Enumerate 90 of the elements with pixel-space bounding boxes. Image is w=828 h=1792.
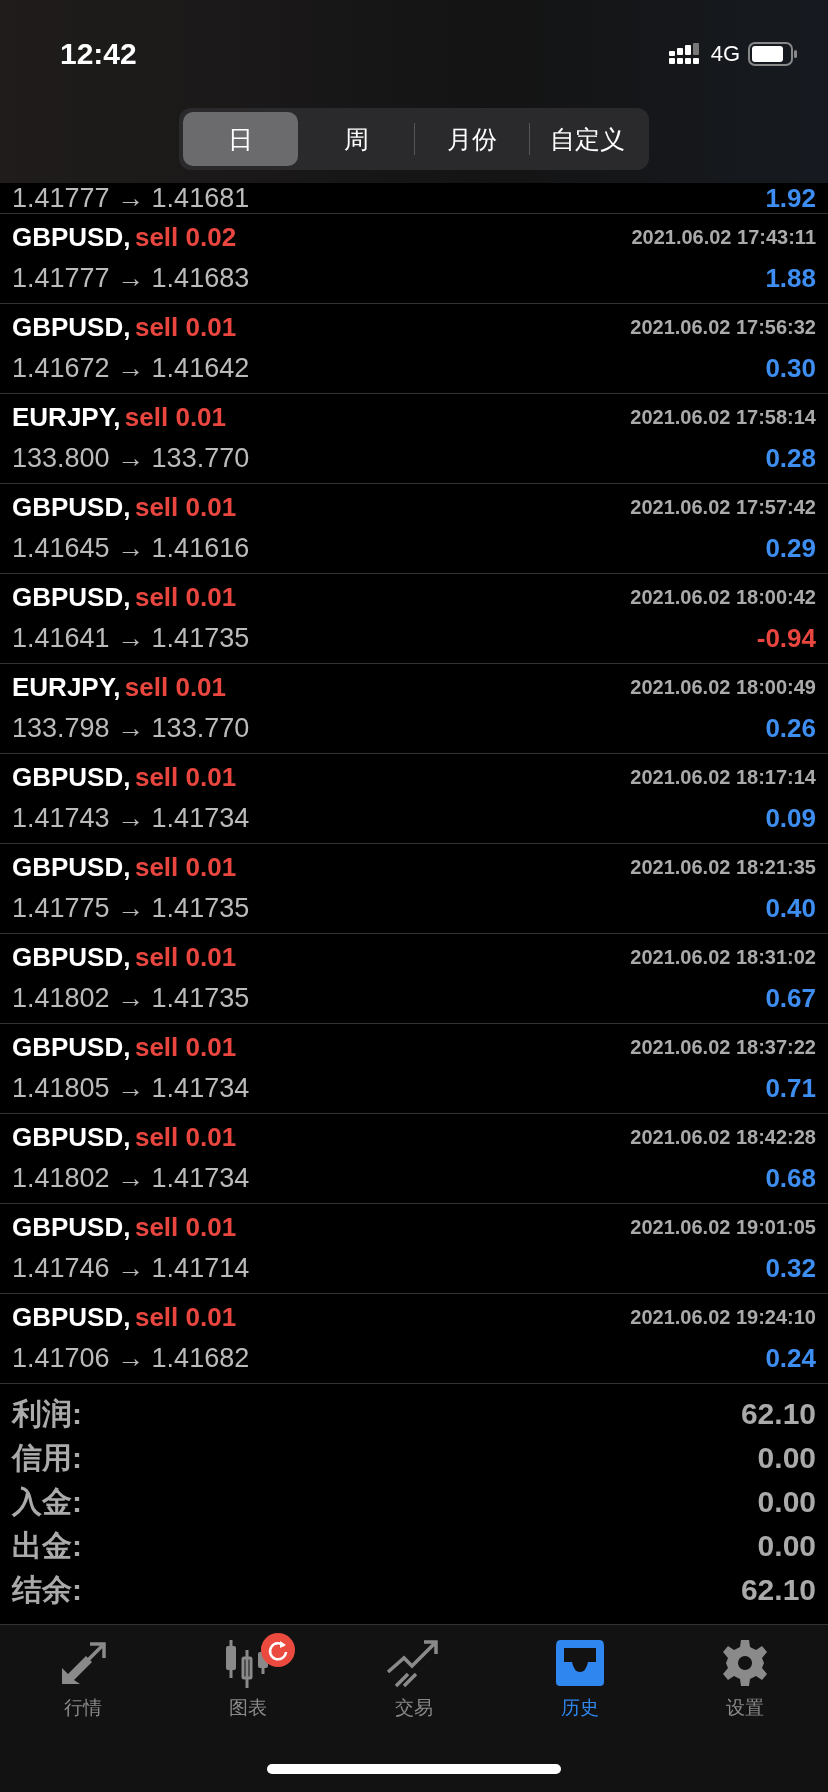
order-action: sell 0.01 <box>134 1302 237 1332</box>
summary-value: 0.00 <box>757 1529 816 1563</box>
price-range: 133.798 → 133.770 <box>12 713 250 744</box>
profit-value: 0.67 <box>765 983 816 1014</box>
summary-label: 信用: <box>12 1439 82 1476</box>
price-range: 1.41672 → 1.41642 <box>12 353 250 384</box>
deal-time: 2021.06.02 17:43:11 <box>631 226 816 249</box>
period-tab[interactable]: 周 <box>298 112 414 166</box>
inbox-icon <box>553 1638 606 1688</box>
price-range: 1.41775 → 1.41735 <box>12 893 250 924</box>
symbol-label: EURJPY, <box>12 402 121 432</box>
period-tab[interactable]: 月份 <box>414 112 530 166</box>
profit-value: 1.92 <box>765 183 816 213</box>
symbol-label: GBPUSD, <box>12 582 131 612</box>
price-range: 1.41706 → 1.41682 <box>12 1343 250 1374</box>
symbol-label: GBPUSD, <box>12 222 131 252</box>
summary-label: 入金: <box>12 1483 82 1520</box>
price-range: 1.41802 → 1.41734 <box>12 1163 250 1194</box>
deal-time: 2021.06.02 18:00:42 <box>630 586 816 609</box>
symbol-label: GBPUSD, <box>12 312 131 342</box>
price-range: 1.41777 → 1.41683 <box>12 263 250 294</box>
nav-tab[interactable]: 历史 <box>496 1637 663 1721</box>
order-action: sell 0.01 <box>124 402 227 432</box>
profit-value: -0.94 <box>756 623 816 654</box>
deal-time: 2021.06.02 19:24:10 <box>630 1306 816 1329</box>
nav-tab[interactable]: 行情 <box>0 1637 166 1721</box>
order-action: sell 0.01 <box>134 1212 237 1242</box>
summary-label: 结余: <box>12 1571 82 1608</box>
order-action: sell 0.01 <box>134 492 237 522</box>
deal-time: 2021.06.02 18:42:28 <box>630 1126 816 1149</box>
symbol-label: GBPUSD, <box>12 1032 131 1062</box>
symbol-label: GBPUSD, <box>12 762 131 792</box>
deal-time: 2021.06.02 18:31:02 <box>630 946 816 969</box>
order-action: sell 0.02 <box>134 222 237 252</box>
symbol-label: GBPUSD, <box>12 852 131 882</box>
nav-tab[interactable]: 设置 <box>662 1637 828 1721</box>
symbol-label: GBPUSD, <box>12 1302 131 1332</box>
order-action: sell 0.01 <box>134 1122 237 1152</box>
order-action: sell 0.01 <box>124 672 227 702</box>
order-action: sell 0.01 <box>134 1032 237 1062</box>
price-range: 1.41645 → 1.41616 <box>12 533 250 564</box>
summary-label: 利润: <box>12 1395 82 1432</box>
deal-time: 2021.06.02 17:56:32 <box>630 316 816 339</box>
nav-tab[interactable]: 交易 <box>331 1637 497 1721</box>
profit-value: 0.71 <box>765 1073 816 1104</box>
symbol-label: GBPUSD, <box>12 942 131 972</box>
profit-value: 0.24 <box>765 1343 816 1374</box>
profit-value: 0.29 <box>765 533 816 564</box>
profit-value: 0.32 <box>765 1253 816 1284</box>
price-range: 1.41743 → 1.41734 <box>12 803 250 834</box>
price-range: 1.41746 → 1.41714 <box>12 1253 250 1284</box>
order-action: sell 0.01 <box>134 852 237 882</box>
period-tab[interactable]: 日 <box>183 112 298 166</box>
order-action: sell 0.01 <box>134 312 237 342</box>
order-action: sell 0.01 <box>134 762 237 792</box>
summary-value: 62.10 <box>740 1573 816 1607</box>
deal-time: 2021.06.02 17:58:14 <box>630 406 816 429</box>
order-action: sell 0.01 <box>134 582 237 612</box>
price-range: 133.800 → 133.770 <box>12 443 250 474</box>
profit-value: 0.40 <box>765 893 816 924</box>
symbol-label: GBPUSD, <box>12 1122 131 1152</box>
deal-time: 2021.06.02 18:00:49 <box>630 676 816 699</box>
price-range: 1.41777 → 1.41681 <box>12 183 250 213</box>
battery-icon <box>748 42 798 66</box>
deal-time: 2021.06.02 18:17:14 <box>630 766 816 789</box>
summary-value: 0.00 <box>757 1485 816 1519</box>
symbol-label: GBPUSD, <box>12 1212 131 1242</box>
profit-value: 0.30 <box>765 353 816 384</box>
summary-label: 出金: <box>12 1527 82 1564</box>
deal-time: 2021.06.02 18:37:22 <box>630 1036 816 1059</box>
profit-value: 1.88 <box>765 263 816 294</box>
profit-value: 0.68 <box>765 1163 816 1194</box>
order-action: sell 0.01 <box>134 942 237 972</box>
period-tab[interactable]: 自定义 <box>530 112 645 166</box>
deal-time: 2021.06.02 19:01:05 <box>630 1216 816 1239</box>
price-range: 1.41802 → 1.41735 <box>12 983 250 1014</box>
symbol-label: GBPUSD, <box>12 492 131 522</box>
deal-time: 2021.06.02 18:21:35 <box>630 856 816 879</box>
profit-value: 0.09 <box>765 803 816 834</box>
profit-value: 0.26 <box>765 713 816 744</box>
summary-value: 0.00 <box>757 1441 816 1475</box>
status-time: 12:42 <box>60 37 137 71</box>
profit-value: 0.28 <box>765 443 816 474</box>
price-range: 1.41641 → 1.41735 <box>12 623 250 654</box>
symbol-label: EURJPY, <box>12 672 121 702</box>
nav-tab[interactable]: 图表 <box>165 1637 332 1721</box>
price-range: 1.41805 → 1.41734 <box>12 1073 250 1104</box>
deal-time: 2021.06.02 17:57:42 <box>630 496 816 519</box>
summary-value: 62.10 <box>740 1397 816 1431</box>
network-label: 4G <box>710 41 740 67</box>
